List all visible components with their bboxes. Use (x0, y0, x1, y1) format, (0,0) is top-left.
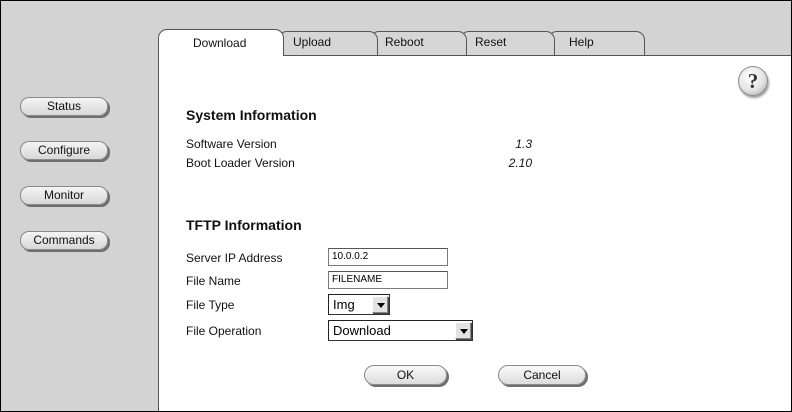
chevron-down-icon[interactable] (455, 322, 471, 339)
nav-commands-button[interactable]: Commands (20, 231, 108, 250)
tab-reboot-label: Reboot (385, 35, 424, 49)
nav-status-button[interactable]: Status (20, 97, 108, 116)
nav-monitor-button[interactable]: Monitor (20, 186, 108, 205)
file-operation-select[interactable]: Download (328, 320, 473, 341)
file-name-label: File Name (186, 274, 241, 288)
file-operation-label: File Operation (186, 324, 262, 338)
file-type-select[interactable]: Img (328, 294, 390, 315)
file-type-label: File Type (186, 298, 235, 312)
server-ip-label: Server IP Address (186, 251, 283, 265)
tab-upload[interactable]: Upload (278, 31, 378, 55)
chevron-down-icon[interactable] (372, 296, 388, 313)
file-name-input[interactable]: FILENAME (328, 271, 448, 289)
file-type-selected: Img (333, 297, 355, 312)
tab-reset-label: Reset (475, 35, 507, 49)
file-operation-selected: Download (333, 323, 391, 338)
tab-reset[interactable]: Reset (460, 31, 555, 55)
tab-help-label: Help (569, 35, 594, 49)
software-version-label: Software Version (186, 137, 277, 151)
ok-button[interactable]: OK (364, 365, 447, 385)
boot-loader-version-label: Boot Loader Version (186, 156, 295, 170)
cancel-button[interactable]: Cancel (498, 365, 586, 385)
tab-upload-label: Upload (293, 35, 332, 49)
system-information-heading: System Information (186, 107, 317, 123)
help-icon[interactable]: ? (738, 66, 768, 96)
tftp-information-heading: TFTP Information (186, 217, 302, 233)
software-version-value: 1.3 (515, 137, 532, 151)
tab-help[interactable]: Help (548, 31, 645, 55)
nav-configure-button[interactable]: Configure (20, 141, 108, 160)
tab-download-label: Download (193, 36, 247, 50)
tab-download[interactable]: Download (158, 29, 284, 56)
boot-loader-version-value: 2.10 (508, 156, 532, 170)
server-ip-input[interactable]: 10.0.0.2 (328, 248, 448, 266)
tab-reboot[interactable]: Reboot (370, 31, 467, 55)
